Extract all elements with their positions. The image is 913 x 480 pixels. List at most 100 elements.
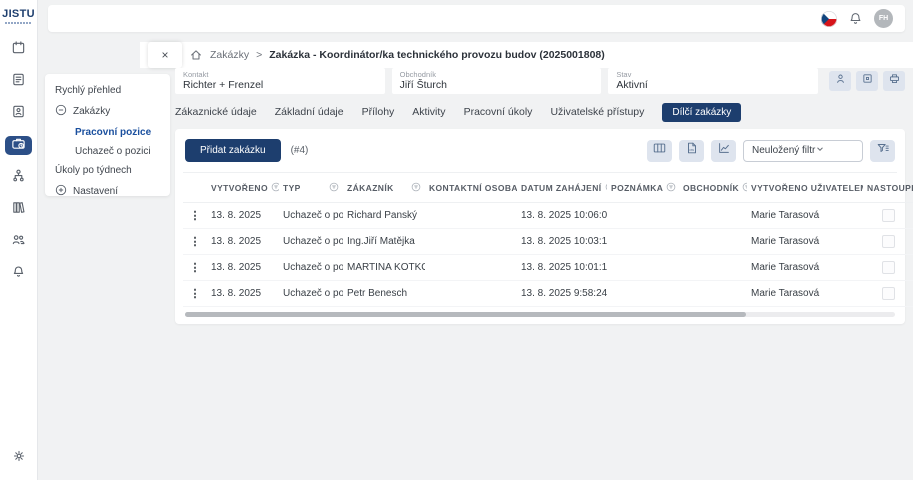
column-header-typ: TYP: [283, 183, 301, 193]
breadcrumb: × Zakázky > Zakázka - Koordinátor/ka tec…: [140, 42, 913, 68]
export-csv-button[interactable]: csv: [679, 140, 704, 162]
joined-checkbox[interactable]: [882, 287, 895, 300]
field-stav[interactable]: Stav Aktivní: [608, 68, 818, 94]
person-icon: [834, 72, 847, 90]
joined-checkbox[interactable]: [882, 235, 895, 248]
quick-nav-group-zakazky[interactable]: Zakázky: [55, 104, 160, 119]
subcontracts-table: VYTVOŘENO TYP ZÁKAZNÍK KONTAKTNÍ OSOBA D…: [183, 173, 913, 307]
printer-icon: [888, 72, 901, 90]
quick-nav-settings-label: Nastavení: [73, 186, 118, 197]
app-logo: JISTU: [2, 9, 35, 20]
tab-pracovni-ukoly[interactable]: Pracovní úkoly: [464, 106, 533, 118]
logo-tagline: [5, 22, 32, 24]
rail-item-contacts[interactable]: [5, 104, 32, 123]
expand-plus-icon: [55, 184, 67, 199]
table-row[interactable]: ⋮ 13. 8. 2025 Uchazeč o pozici Ing.Jiří …: [183, 229, 913, 255]
tab-zakaznicke-udaje[interactable]: Zákaznické údaje: [175, 106, 257, 118]
home-icon[interactable]: [189, 48, 203, 62]
column-filter-icon[interactable]: [666, 182, 676, 194]
print-button[interactable]: [883, 71, 905, 91]
cell-note: [607, 281, 679, 307]
column-filter-icon[interactable]: [605, 182, 607, 194]
filter-select[interactable]: Neuložený filtr: [743, 140, 863, 162]
cell-note: [607, 229, 679, 255]
add-order-button[interactable]: Přidat zakázku: [185, 139, 281, 162]
assign-person-button[interactable]: [829, 71, 851, 91]
row-menu-kebab-icon[interactable]: ⋮: [183, 281, 207, 307]
organization-button[interactable]: [856, 71, 878, 91]
row-menu-kebab-icon[interactable]: ⋮: [183, 203, 207, 229]
rail-item-team[interactable]: [5, 232, 32, 251]
cell-customer: Richard Panský: [343, 203, 425, 229]
tab-uzivatelske-pristupy[interactable]: Uživatelské přístupy: [550, 106, 644, 118]
column-header-poznamka: POZNÁMKA: [611, 183, 663, 193]
documents-icon: [11, 72, 26, 92]
column-header-vytvoreno: VYTVOŘENO: [211, 183, 268, 193]
row-menu-kebab-icon[interactable]: ⋮: [183, 229, 207, 255]
cell-start-date: 13. 8. 2025 10:03:14: [517, 229, 607, 255]
column-filter-icon[interactable]: [411, 182, 421, 194]
joined-checkbox[interactable]: [882, 209, 895, 222]
breadcrumb-root[interactable]: Zakázky: [210, 49, 249, 61]
cell-type: Uchazeč o pozici: [279, 203, 343, 229]
cell-start-date: 13. 8. 2025 10:06:03: [517, 203, 607, 229]
cell-salesman: [679, 203, 747, 229]
record-count: (#4): [291, 145, 309, 156]
field-kontakt[interactable]: Kontakt Richter + Frenzel: [175, 68, 385, 94]
field-obchodnik[interactable]: Obchodník Jiří Šturch: [392, 68, 602, 94]
column-filter-icon[interactable]: [329, 182, 339, 194]
horizontal-scrollbar-track[interactable]: [185, 312, 895, 317]
column-filter-icon[interactable]: [742, 182, 747, 194]
detail-tabs: Zákaznické údaje Základní údaje Přílohy …: [175, 102, 905, 122]
cell-created-by: Marie Tarasová: [747, 229, 863, 255]
breadcrumb-current: Zakázka - Koordinátor/ka technického pro…: [269, 49, 605, 61]
cell-created: 13. 8. 2025: [207, 229, 279, 255]
quick-nav-item-pracovni-pozice[interactable]: Pracovní pozice: [55, 127, 160, 138]
table-row[interactable]: ⋮ 13. 8. 2025 Uchazeč o pozici Petr Bene…: [183, 281, 913, 307]
table-row[interactable]: ⋮ 13. 8. 2025 Uchazeč o pozici Richard P…: [183, 203, 913, 229]
table-header-row: VYTVOŘENO TYP ZÁKAZNÍK KONTAKTNÍ OSOBA D…: [183, 173, 913, 203]
advanced-filter-button[interactable]: [870, 140, 895, 162]
cell-created-by: Marie Tarasová: [747, 255, 863, 281]
cell-start-date: 13. 8. 2025 10:01:15: [517, 255, 607, 281]
notifications-bell-icon[interactable]: [848, 11, 863, 26]
table-row[interactable]: ⋮ 13. 8. 2025 Uchazeč o pozici MARTINA K…: [183, 255, 913, 281]
table-toolbar: Přidat zakázku (#4) csv Neuložený filtr: [183, 137, 897, 173]
rail-item-calendar[interactable]: [5, 40, 32, 59]
field-obchodnik-label: Obchodník: [400, 70, 594, 79]
detail-fields-row: Kontakt Richter + Frenzel Obchodník Jiří…: [175, 68, 905, 94]
chart-view-button[interactable]: [711, 140, 736, 162]
subcontracts-card: Přidat zakázku (#4) csv Neuložený filtr: [175, 129, 905, 324]
quick-nav-panel: Rychlý přehled Zakázky Pracovní pozice U…: [45, 74, 170, 196]
cell-created-by: Marie Tarasová: [747, 281, 863, 307]
field-kontakt-label: Kontakt: [183, 70, 377, 79]
joined-checkbox[interactable]: [882, 261, 895, 274]
quick-nav-group-nastaveni[interactable]: Nastavení: [55, 184, 160, 199]
quick-nav-item-uchazec-o-pozici[interactable]: Uchazeč o pozici: [55, 146, 160, 157]
quick-nav-item-ukoly-po-tydnech[interactable]: Úkoly po týdnech: [55, 165, 160, 176]
rail-item-hierarchy[interactable]: [5, 168, 32, 187]
language-czech-flag-icon[interactable]: [821, 11, 837, 27]
rail-item-documents[interactable]: [5, 72, 32, 91]
calendar-icon: [11, 40, 26, 60]
column-filter-icon[interactable]: [271, 182, 279, 194]
horizontal-scrollbar-thumb[interactable]: [185, 312, 746, 317]
rail-item-library[interactable]: [5, 200, 32, 219]
column-menu: [183, 173, 207, 203]
close-icon[interactable]: ×: [148, 42, 182, 68]
tab-zakladni-udaje[interactable]: Základní údaje: [275, 106, 344, 118]
row-menu-kebab-icon[interactable]: ⋮: [183, 255, 207, 281]
rail-item-jobs[interactable]: [5, 136, 32, 155]
tab-dilci-zakazky[interactable]: Dílčí zakázky: [662, 103, 741, 122]
user-avatar[interactable]: FH: [874, 9, 893, 28]
column-settings-button[interactable]: [647, 140, 672, 162]
main-content: Kontakt Richter + Frenzel Obchodník Jiří…: [175, 68, 905, 324]
cell-contact-person: [425, 255, 517, 281]
tab-aktivity[interactable]: Aktivity: [412, 106, 445, 118]
rail-item-settings[interactable]: [5, 449, 32, 468]
tab-prilohy[interactable]: Přílohy: [362, 106, 395, 118]
rail-item-alerts[interactable]: [5, 264, 32, 283]
field-actions: [825, 68, 905, 94]
cell-salesman: [679, 281, 747, 307]
field-obchodnik-value: Jiří Šturch: [400, 79, 594, 92]
